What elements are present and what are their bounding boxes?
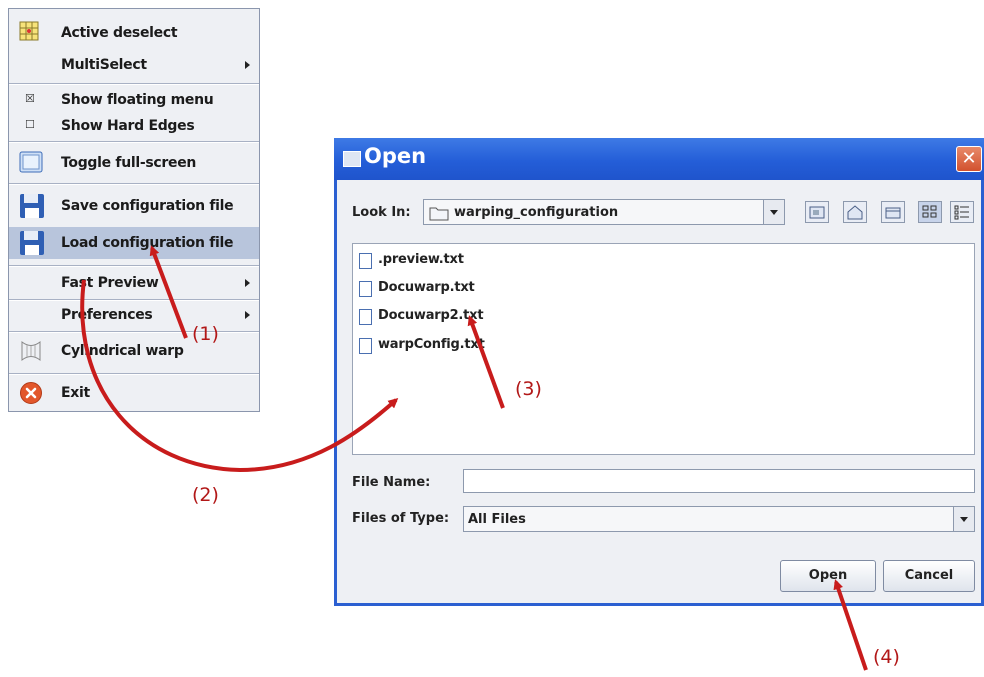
annotation-label-2: (2) — [192, 484, 219, 506]
arrow-3 — [467, 315, 505, 409]
arrow-4 — [833, 579, 868, 671]
annotation-label-1: (1) — [192, 323, 219, 345]
annotation-label-3: (3) — [515, 378, 542, 400]
arrow-1 — [149, 245, 188, 339]
arrow-2 — [80, 279, 399, 473]
annotation-overlay — [80, 245, 868, 671]
annotation-label-4: (4) — [873, 646, 900, 668]
